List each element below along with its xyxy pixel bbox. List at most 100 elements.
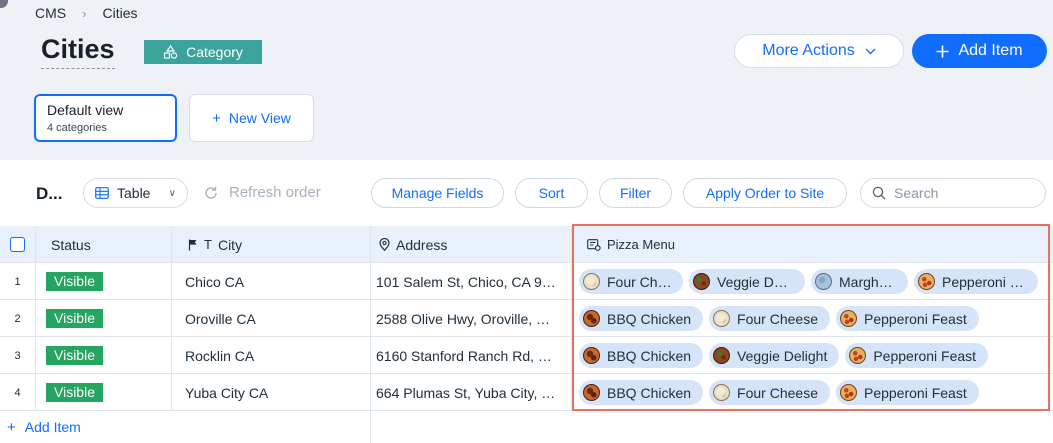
menu-tag[interactable]: BBQ Chicken [579, 343, 704, 368]
more-actions-label: More Actions [762, 42, 855, 59]
menu-tag-label: BBQ Chicken [607, 310, 692, 327]
view-default[interactable]: Default view 4 categories [34, 94, 177, 142]
address-text: 6160 Stanford Ranch Rd, … [376, 347, 552, 364]
search-input[interactable] [894, 185, 1034, 201]
page-header: CMS › Cities Cities Category More Action… [0, 0, 1053, 160]
menu-tag[interactable]: Pepperoni Feast [845, 343, 989, 368]
menu-tag[interactable]: BBQ Chicken [579, 380, 704, 405]
chevron-down-icon: ∨ [168, 187, 176, 199]
add-item-link[interactable]: + Add Item [0, 411, 371, 443]
pizza-icon [918, 273, 935, 290]
refresh-order-label: Refresh order [229, 184, 321, 201]
menu-tag-label: Four Ch… [607, 273, 672, 290]
pizza-icon [713, 347, 731, 364]
menu-tag-label: Veggie Delight [737, 347, 828, 364]
table-row[interactable]: 3 Visible Rocklin CA 6160 Stanford Ranch… [0, 337, 1053, 374]
menu-tag[interactable]: BBQ Chicken [579, 306, 704, 331]
pizza-icon [583, 384, 600, 401]
pizza-menu-cell[interactable]: BBQ Chicken Four Cheese Pepperoni Feast [572, 374, 1053, 411]
add-item-link-label: Add Item [24, 419, 81, 435]
menu-tag-label: BBQ Chicken [607, 347, 692, 364]
header-status[interactable]: Status [36, 226, 172, 263]
table-row[interactable]: 1 Visible Chico CA 101 Salem St, Chico, … [0, 263, 1053, 300]
pizza-menu-cell[interactable]: BBQ Chicken Veggie Delight Pepperoni Fea… [572, 337, 1053, 374]
menu-tag[interactable]: Margh… [811, 269, 908, 294]
row-number: 2 [0, 300, 36, 337]
city-cell[interactable]: Yuba City CA [172, 374, 371, 411]
category-badge[interactable]: Category [144, 40, 262, 64]
header-city[interactable]: T City [172, 226, 371, 263]
sort-button[interactable]: Sort [515, 178, 588, 208]
pizza-icon [839, 310, 857, 327]
search-icon [872, 186, 886, 200]
menu-tag[interactable]: Veggie Delight [709, 343, 840, 368]
plus-icon [936, 45, 949, 57]
row-number: 1 [0, 263, 36, 300]
pizza-icon [693, 273, 710, 290]
menu-tag[interactable]: Pepperoni … [914, 269, 1038, 294]
search-field[interactable] [860, 178, 1046, 208]
breadcrumb-current: Cities [102, 5, 138, 21]
refresh-order-button[interactable]: Refresh order [203, 184, 321, 201]
city-cell[interactable]: Oroville CA [172, 300, 371, 337]
status-badge: Visible [46, 346, 103, 365]
breadcrumb-cms[interactable]: CMS [35, 5, 66, 21]
menu-tag-label: BBQ Chicken [607, 384, 692, 401]
reference-icon [587, 238, 601, 251]
header-pizza-menu[interactable]: Pizza Menu [572, 226, 1053, 263]
table-row[interactable]: 4 Visible Yuba City CA 664 Plumas St, Yu… [0, 374, 1053, 411]
chevron-down-icon [865, 48, 876, 54]
pizza-icon [583, 347, 600, 364]
view-type-select[interactable]: Table ∨ [83, 178, 188, 208]
add-item-row: + Add Item [0, 411, 1053, 443]
pizza-icon [713, 384, 731, 401]
breadcrumb: CMS › Cities [35, 5, 137, 21]
select-all-checkbox[interactable] [10, 237, 25, 252]
header-status-label: Status [51, 236, 91, 253]
menu-tag-label: Pepperoni Feast [873, 347, 977, 364]
corner-dot-icon [0, 0, 8, 8]
add-item-button[interactable]: Add Item [912, 34, 1047, 68]
status-badge: Visible [46, 309, 103, 328]
more-actions-button[interactable]: More Actions [734, 34, 904, 68]
address-cell[interactable]: 6160 Stanford Ranch Rd, … [371, 337, 572, 374]
status-badge: Visible [46, 383, 103, 402]
status-cell[interactable]: Visible [36, 374, 172, 411]
new-view-button[interactable]: + New View [189, 94, 314, 142]
address-text: 101 Salem St, Chico, CA 9… [376, 273, 556, 290]
pizza-menu-cell[interactable]: BBQ Chicken Four Cheese Pepperoni Feast [572, 300, 1053, 337]
apply-order-button[interactable]: Apply Order to Site [683, 178, 847, 208]
menu-tag[interactable]: Four Ch… [579, 269, 683, 294]
table-row[interactable]: 2 Visible Oroville CA 2588 Olive Hwy, Or… [0, 300, 1053, 337]
menu-tag-label: Pepperoni Feast [863, 310, 967, 327]
status-cell[interactable]: Visible [36, 337, 172, 374]
pizza-icon [583, 310, 600, 327]
city-cell[interactable]: Rocklin CA [172, 337, 371, 374]
pizza-icon [839, 384, 857, 401]
new-view-label: New View [228, 110, 291, 126]
address-cell[interactable]: 101 Salem St, Chico, CA 9… [371, 263, 572, 300]
menu-tag[interactable]: Pepperoni Feast [835, 306, 979, 331]
pizza-icon [713, 310, 731, 327]
row-number: 3 [0, 337, 36, 374]
address-cell[interactable]: 2588 Olive Hwy, Oroville, … [371, 300, 572, 337]
menu-tag[interactable]: Four Cheese [709, 306, 830, 331]
status-cell[interactable]: Visible [36, 300, 172, 337]
header-address[interactable]: Address [371, 226, 572, 263]
menu-tag[interactable]: Pepperoni Feast [835, 380, 979, 405]
filter-button[interactable]: Filter [599, 178, 672, 208]
manage-fields-button[interactable]: Manage Fields [371, 178, 504, 208]
menu-tag[interactable]: Veggie D… [689, 269, 805, 294]
status-badge: Visible [46, 272, 103, 291]
page-title[interactable]: Cities [41, 34, 115, 69]
pizza-menu-cell[interactable]: Four Ch… Veggie D… Margh… Pepperoni … [572, 263, 1053, 300]
status-cell[interactable]: Visible [36, 263, 172, 300]
menu-tag[interactable]: Four Cheese [709, 380, 830, 405]
text-type-icon: T [204, 237, 212, 252]
address-cell[interactable]: 664 Plumas St, Yuba City, … [371, 374, 572, 411]
city-cell[interactable]: Chico CA [172, 263, 371, 300]
header-city-label: City [217, 236, 243, 253]
header-pizza-menu-label: Pizza Menu [607, 237, 675, 252]
table-icon [95, 187, 109, 199]
menu-tag-label: Four Cheese [737, 384, 818, 401]
